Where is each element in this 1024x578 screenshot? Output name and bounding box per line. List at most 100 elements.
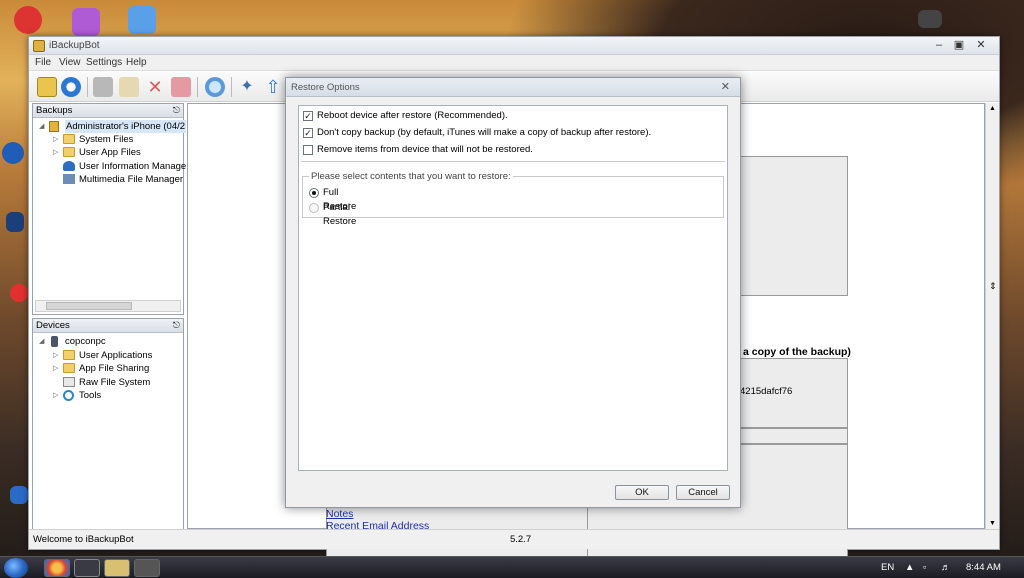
folder-icon <box>63 350 75 360</box>
app-task-icon[interactable] <box>134 559 160 577</box>
backups-panel: Backups ⎋ ◢ Administrator's iPhone (04/2… <box>32 103 187 315</box>
eraser-icon[interactable] <box>171 77 191 97</box>
close-icon[interactable]: ✕ <box>973 39 989 52</box>
scroll-thumb[interactable] <box>46 302 132 310</box>
scroll-thumb-icon[interactable]: ⇕ <box>989 281 997 292</box>
expand-icon[interactable]: ▷ <box>53 146 61 159</box>
menu-view[interactable]: View <box>59 57 81 68</box>
desktop-app-icon[interactable] <box>918 10 942 28</box>
scroll-down-icon[interactable]: ▼ <box>989 520 996 527</box>
dialog-title-bar[interactable]: Restore Options ✕ <box>286 78 740 97</box>
tree-item-label: User Applications <box>79 350 153 361</box>
notes-link[interactable]: Notes <box>326 508 353 520</box>
close-icon[interactable]: ✕ <box>721 80 730 93</box>
tree-item-label: Multimedia File Manager <box>79 174 184 185</box>
tree-item-label: Raw File System <box>79 377 151 388</box>
horizontal-scrollbar[interactable] <box>35 300 181 312</box>
dialog-body: ✓ Reboot device after restore (Recommend… <box>298 105 728 471</box>
desktop-app-icon[interactable] <box>14 6 42 34</box>
full-restore-radio[interactable] <box>309 188 319 198</box>
network-icon[interactable]: ▫ <box>923 562 926 573</box>
devices-panel-title: Devices <box>36 320 70 331</box>
backups-panel-title: Backups <box>36 105 73 116</box>
backup-icon <box>49 121 59 132</box>
maximize-icon[interactable]: ▣ <box>951 39 967 52</box>
section-heading: a copy of the backup) <box>743 346 851 358</box>
divider <box>301 161 725 162</box>
remove-items-checkbox[interactable] <box>303 145 313 155</box>
minimize-icon[interactable]: – <box>931 39 947 52</box>
tree-item-label: User Information Manage <box>79 161 187 172</box>
tools-icon[interactable]: ✦ <box>237 77 257 97</box>
app-icon <box>33 40 45 52</box>
pin-icon[interactable]: ⎋ <box>173 319 180 332</box>
collapse-icon[interactable]: ◢ <box>39 335 47 348</box>
ibackupbot-task-icon[interactable] <box>74 559 100 577</box>
browser-task-icon[interactable] <box>44 559 70 577</box>
vertical-scrollbar[interactable]: ▲ ⇕ ▼ <box>985 103 999 529</box>
tree-item-label: Administrator's iPhone (04/2 <box>65 120 187 133</box>
copy-icon[interactable] <box>93 77 113 97</box>
partial-restore-radio[interactable] <box>309 203 319 213</box>
menu-settings[interactable]: Settings <box>86 57 122 68</box>
tray-expand-icon[interactable]: ▲ <box>905 562 914 573</box>
ok-button[interactable]: OK <box>615 485 669 500</box>
reboot-checkbox[interactable]: ✓ <box>303 111 313 121</box>
desktop-app-icon[interactable] <box>10 486 28 504</box>
scroll-up-icon[interactable]: ▲ <box>989 105 996 112</box>
eject-icon[interactable] <box>205 77 225 97</box>
tree-item-label: App File Sharing <box>79 363 150 374</box>
partial-restore-label: Partial Restore <box>323 202 357 227</box>
folder-icon <box>63 134 75 144</box>
phone-icon <box>51 336 58 347</box>
desktop-app-icon[interactable] <box>128 6 156 34</box>
window-title: iBackupBot <box>49 40 100 51</box>
language-indicator[interactable]: EN <box>881 562 894 573</box>
upload-arrow-icon[interactable]: ⇧ <box>263 77 283 97</box>
remove-items-option-label: Remove items from device that will not b… <box>317 144 533 155</box>
desktop-app-icon[interactable] <box>2 142 24 164</box>
explorer-task-icon[interactable] <box>104 559 130 577</box>
taskbar: EN ▲ ▫ ♬ 8:44 AM <box>0 556 1024 578</box>
collapse-icon[interactable]: ◢ <box>39 120 47 133</box>
user-icon <box>63 161 75 171</box>
desktop-app-icon[interactable] <box>6 212 24 232</box>
open-folder-icon[interactable] <box>37 77 57 97</box>
delete-icon[interactable]: ✕ <box>145 77 165 97</box>
file-system-icon <box>63 377 75 387</box>
clock[interactable]: 8:44 AM <box>966 562 1001 573</box>
pin-icon[interactable]: ⎋ <box>173 104 180 117</box>
menu-file[interactable]: File <box>35 57 51 68</box>
title-bar[interactable]: iBackupBot – ▣ ✕ <box>29 37 999 55</box>
expand-icon[interactable]: ▷ <box>53 349 61 362</box>
menu-help[interactable]: Help <box>126 57 147 68</box>
dialog-title: Restore Options <box>291 82 360 93</box>
tree-item-label: User App Files <box>79 147 141 158</box>
status-text: Welcome to iBackupBot <box>33 534 134 545</box>
dont-copy-option-label: Don't copy backup (by default, iTunes wi… <box>317 127 652 138</box>
cancel-button[interactable]: Cancel <box>676 485 730 500</box>
restore-contents-group: Please select contents that you want to … <box>302 171 724 227</box>
devices-panel-header: Devices ⎋ <box>33 319 183 333</box>
version-text: 5.2.7 <box>510 534 532 545</box>
restore-options-dialog: Restore Options ✕ ✓ Reboot device after … <box>285 77 741 508</box>
group-label: Please select contents that you want to … <box>309 171 513 182</box>
tree-item-label: copconpc <box>65 336 106 347</box>
expand-icon[interactable]: ▷ <box>53 362 61 375</box>
paste-icon[interactable] <box>119 77 139 97</box>
volume-icon[interactable]: ♬ <box>941 562 951 573</box>
toolbar-separator <box>231 77 232 97</box>
reboot-option-label: Reboot device after restore (Recommended… <box>317 110 508 121</box>
menu-bar: File View Settings Help <box>29 55 999 71</box>
dont-copy-checkbox[interactable]: ✓ <box>303 128 313 138</box>
expand-icon[interactable]: ▷ <box>53 389 61 402</box>
multimedia-icon <box>63 174 75 184</box>
refresh-icon[interactable] <box>61 77 81 97</box>
tree-item-label: System Files <box>79 134 134 145</box>
desktop-app-icon[interactable] <box>10 284 28 302</box>
start-button[interactable] <box>4 558 28 578</box>
backups-panel-header: Backups ⎋ <box>33 104 183 118</box>
expand-icon[interactable]: ▷ <box>53 133 61 146</box>
device-id: 4215dafcf76 <box>740 386 793 397</box>
desktop-app-icon[interactable] <box>72 8 100 36</box>
